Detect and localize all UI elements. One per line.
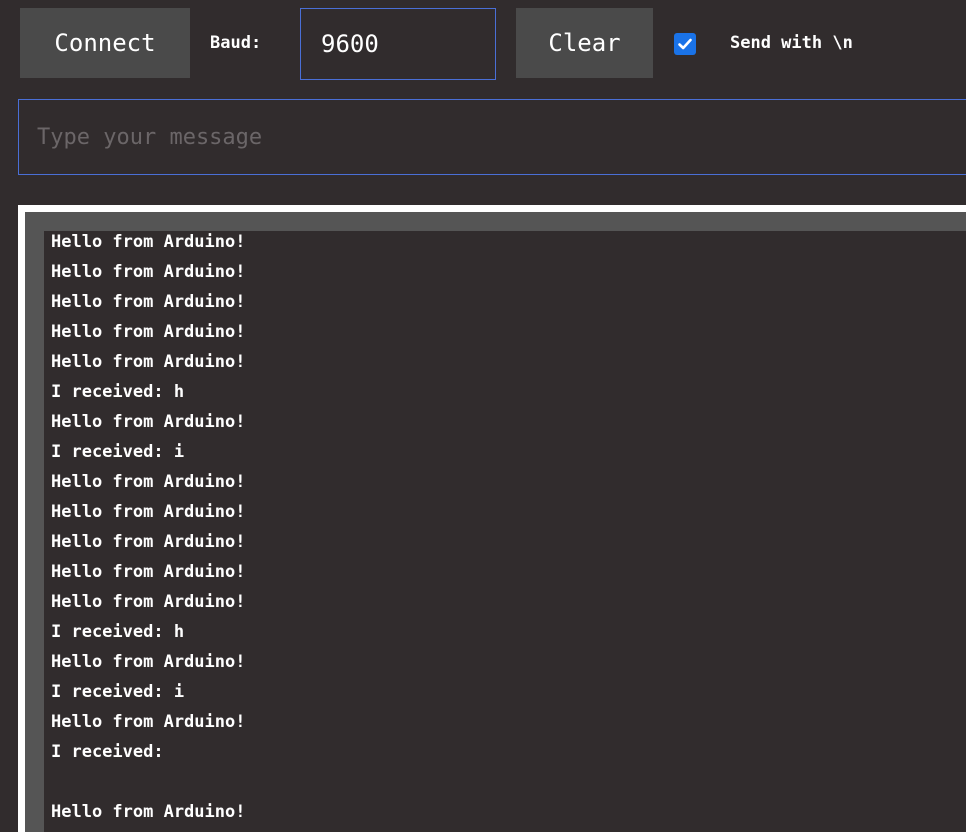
console-line: Hello from Arduino! — [44, 317, 966, 347]
console-line: I received: h — [44, 377, 966, 407]
send-newline-label: Send with \n — [730, 33, 853, 53]
serial-console[interactable]: Hello from Arduino! Hello from Arduino! He… — [25, 212, 966, 832]
console-line: Hello from Arduino! — [44, 647, 966, 677]
clear-button[interactable]: Clear — [516, 8, 653, 78]
serial-monitor-page: Connect Baud: Clear Send with \n Hello f… — [0, 0, 966, 832]
console-line: Hello from Arduino! — [44, 231, 966, 257]
serial-console-frame: Hello from Arduino! Hello from Arduino! He… — [18, 205, 966, 832]
console-line: Hello from Arduino! — [44, 707, 966, 737]
console-line: Hello from Arduino! — [44, 587, 966, 617]
console-line: Hello from Arduino! — [44, 527, 966, 557]
connect-button[interactable]: Connect — [20, 8, 190, 78]
console-line: I received: h — [44, 617, 966, 647]
console-line: Hello from Arduino! — [44, 557, 966, 587]
console-line: Hello from Arduino! — [44, 257, 966, 287]
toolbar: Connect Baud: Clear Send with \n — [0, 0, 966, 90]
checkmark-icon — [678, 38, 692, 50]
message-input[interactable] — [18, 99, 966, 175]
baud-input[interactable] — [300, 8, 496, 80]
console-line: Hello from Arduino! — [44, 287, 966, 317]
console-line: I received: i — [44, 437, 966, 467]
console-lines: Hello from Arduino! Hello from Arduino! He… — [44, 231, 966, 827]
console-line — [44, 767, 966, 797]
console-line: Hello from Arduino! — [44, 467, 966, 497]
baud-label: Baud: — [210, 33, 262, 53]
console-line: Hello from Arduino! — [44, 347, 966, 377]
console-line: I received: i — [44, 677, 966, 707]
console-line: Hello from Arduino! — [44, 407, 966, 437]
console-line: Hello from Arduino! — [44, 797, 966, 827]
send-newline-checkbox[interactable] — [674, 33, 696, 55]
console-line: Hello from Arduino! — [44, 497, 966, 527]
console-line: I received: — [44, 737, 966, 767]
